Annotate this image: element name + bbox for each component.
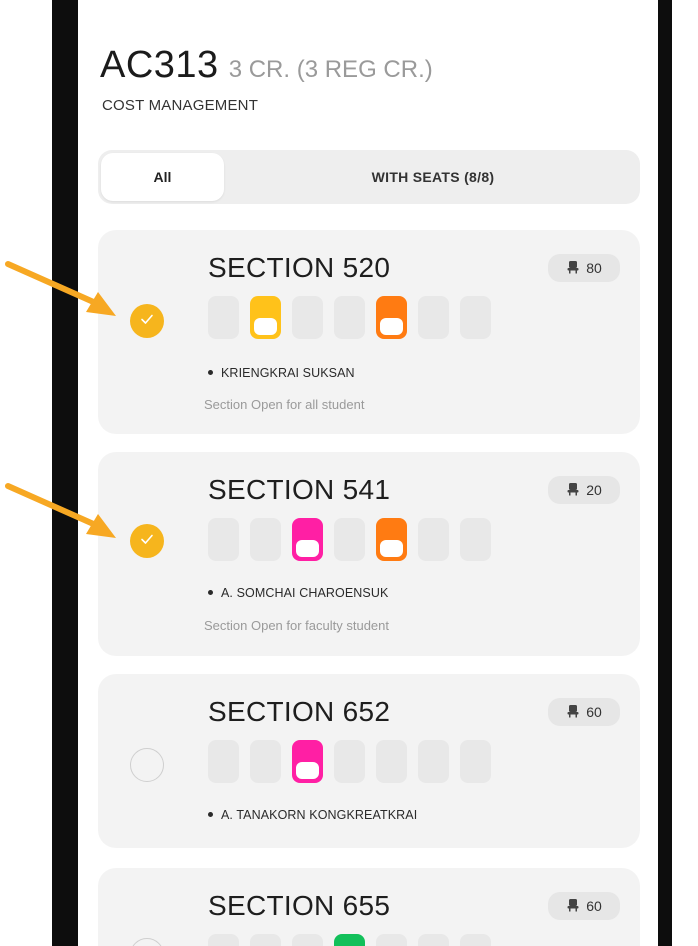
annotation-arrow-icon (5, 483, 116, 538)
seat-icon (566, 260, 586, 277)
section-card[interactable]: SECTION 652 60 A. TANAKORN KONGKREATKRAI (98, 674, 640, 848)
day-slot-2 (250, 934, 281, 946)
day-slot-4 (334, 296, 365, 339)
day-slot-6 (418, 518, 449, 561)
instructor: KRIENGKRAI SUKSAN (208, 366, 355, 380)
day-slot-1 (208, 296, 239, 339)
device-bezel-left (52, 0, 78, 946)
seat-count-badge: 20 (548, 476, 620, 504)
course-code: AC313 (100, 44, 219, 86)
day-slot-5 (376, 518, 407, 561)
select-check[interactable] (130, 938, 164, 946)
section-card[interactable]: SECTION 655 60 (98, 868, 640, 946)
seat-icon (566, 898, 586, 915)
seat-count: 60 (586, 898, 602, 914)
day-slot-3 (292, 296, 323, 339)
day-slot-5 (376, 740, 407, 783)
day-slot-5 (376, 934, 407, 946)
tab-with-seats[interactable]: WITH SEATS (8/8) (228, 153, 638, 201)
seat-count: 60 (586, 704, 602, 720)
instructor: A. SOMCHAI CHAROENSUK (208, 586, 388, 600)
day-slot-2 (250, 740, 281, 783)
section-card[interactable]: SECTION 520 80 KRIENGKRAI SUKSAN Section… (98, 230, 640, 434)
device-bezel-right (658, 0, 672, 946)
section-title: SECTION 520 (208, 252, 391, 283)
day-slot-6 (418, 740, 449, 783)
day-schedule (208, 934, 491, 946)
annotation-arrow-icon (5, 261, 116, 316)
seat-icon (566, 482, 586, 499)
day-slot-4 (334, 740, 365, 783)
tab-all[interactable]: All (101, 153, 224, 201)
day-slot-2 (250, 518, 281, 561)
section-title: SECTION 541 (208, 474, 391, 505)
seat-icon (566, 704, 586, 721)
course-header: AC313 3 CR. (3 REG CR.) (100, 44, 433, 87)
section-filter: All WITH SEATS (8/8) (98, 150, 640, 204)
section-card[interactable]: SECTION 541 20 A. SOMCHAI CHAROENSUK Sec… (98, 452, 640, 656)
instructor-name: A. TANAKORN KONGKREATKRAI (221, 808, 418, 822)
day-slot-3 (292, 518, 323, 561)
instructor: A. TANAKORN KONGKREATKRAI (208, 808, 417, 822)
course-credits: 3 CR. (3 REG CR.) (228, 56, 433, 83)
bullet-dot (208, 590, 213, 596)
course-name: COST MANAGEMENT (102, 97, 259, 114)
day-slot-4 (334, 518, 365, 561)
check-icon (139, 311, 155, 332)
seat-count: 80 (586, 260, 602, 276)
instructor-name: A. SOMCHAI CHAROENSUK (221, 586, 389, 600)
day-slot-7 (460, 296, 491, 339)
day-slot-1 (208, 934, 239, 946)
day-slot-7 (460, 518, 491, 561)
day-slot-6 (418, 934, 449, 946)
day-slot-4 (334, 934, 365, 946)
seat-count-badge: 60 (548, 892, 620, 920)
day-schedule (208, 296, 491, 339)
bullet-dot (208, 812, 213, 818)
day-slot-2 (250, 296, 281, 339)
day-slot-6 (418, 296, 449, 339)
bullet-dot (208, 370, 213, 376)
day-slot-1 (208, 740, 239, 783)
day-schedule (208, 518, 491, 561)
day-slot-3 (292, 740, 323, 783)
day-schedule (208, 740, 491, 783)
seat-count: 20 (586, 482, 602, 498)
section-title: SECTION 655 (208, 890, 391, 921)
day-slot-7 (460, 934, 491, 946)
day-slot-1 (208, 518, 239, 561)
section-note: Section Open for faculty student (204, 618, 389, 633)
seat-count-badge: 60 (548, 698, 620, 726)
seat-count-badge: 80 (548, 254, 620, 282)
section-title: SECTION 652 (208, 696, 391, 727)
day-slot-5 (376, 296, 407, 339)
section-note: Section Open for all student (204, 397, 365, 412)
instructor-name: KRIENGKRAI SUKSAN (221, 366, 355, 380)
day-slot-3 (292, 934, 323, 946)
day-slot-7 (460, 740, 491, 783)
select-check[interactable] (130, 748, 164, 782)
check-icon (139, 531, 155, 552)
app-screen: AC313 3 CR. (3 REG CR.) COST MANAGEMENT A… (78, 0, 658, 946)
